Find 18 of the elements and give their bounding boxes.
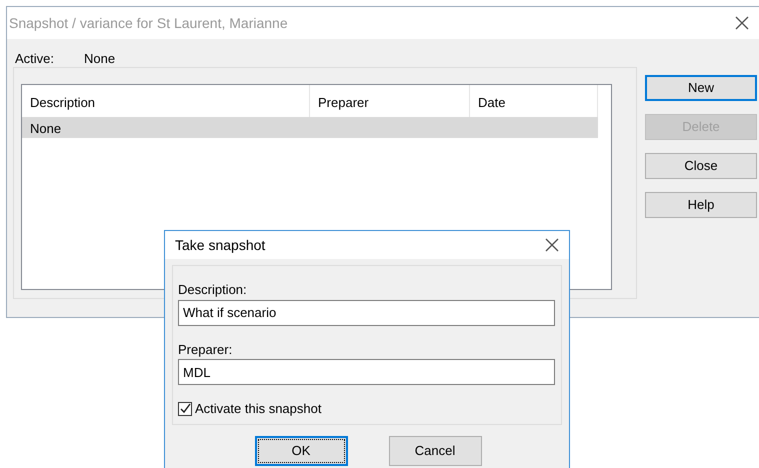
close-icon[interactable]	[545, 238, 559, 252]
field-label: Preparer:	[178, 340, 234, 359]
dialog-button[interactable]: Close	[645, 153, 757, 179]
window-title: Snapshot / variance for St Laurent, Marianne	[9, 14, 289, 33]
checkbox[interactable]	[178, 402, 192, 416]
dialog-button[interactable]: OK	[254, 436, 348, 466]
active-label: Active:	[15, 50, 54, 67]
active-value: None	[84, 50, 116, 67]
dialog-title: Take snapshot	[175, 236, 266, 255]
input-field[interactable]: MDL	[178, 359, 555, 385]
dialog-button[interactable]: Cancel	[388, 436, 482, 466]
dialog-button[interactable]: New	[645, 75, 757, 101]
input-field[interactable]: What if scenario	[178, 300, 555, 326]
table-row[interactable]: None	[22, 117, 598, 138]
field-label: Description:	[178, 281, 248, 299]
close-icon[interactable]	[735, 16, 749, 30]
dialog-button[interactable]: Help	[645, 192, 757, 218]
checkbox-label: Activate this snapshot	[195, 400, 322, 418]
